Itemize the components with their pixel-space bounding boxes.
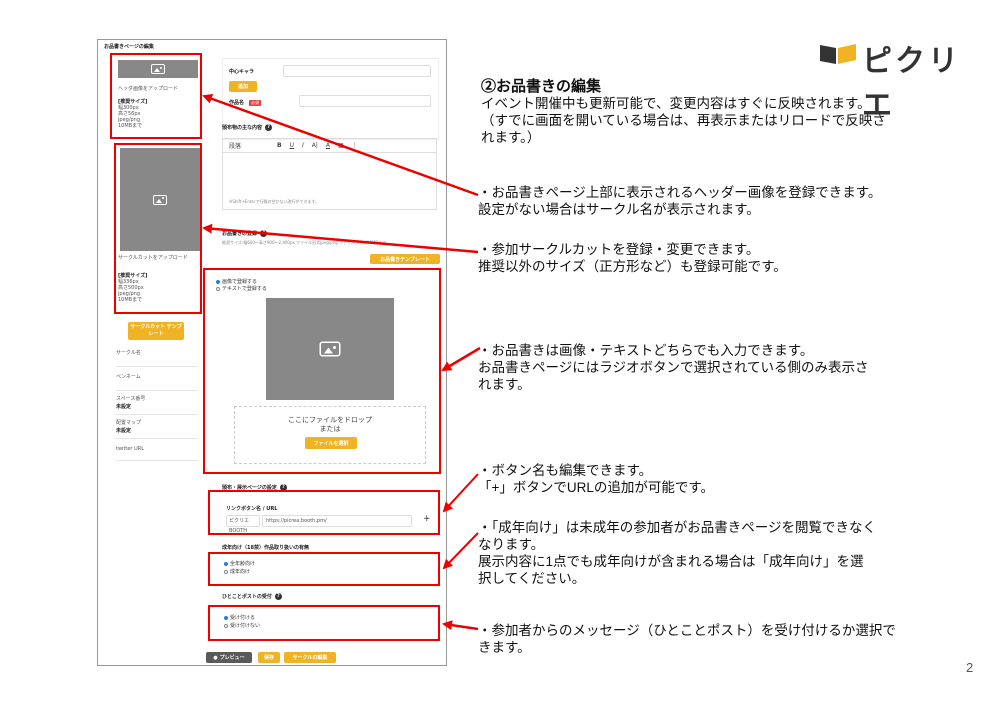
page-number: 2 [966,660,974,675]
arrow-oshina [441,346,481,372]
arrow-header [202,94,479,197]
annotation-intro: ②お品書きの編集 イベント開催中も更新可能で、変更内容はすぐに反映されます。 （… [481,78,991,146]
arrow-post [442,620,479,631]
annotation-post: ・参加者からのメッセージ（ひとことポスト）を受け付けるか選択で きます。 [478,623,896,655]
annotation-cut: ・参加サークルカットを登録・変更できます。 推奨以外のサイズ（正方形など）も登録… [478,242,787,274]
arrow-link [442,473,479,513]
annotation-adult: ・「成年向け」は未成年の参加者がお品書きページを閲覧できなく なります。 展示内… [478,520,876,586]
annotation-button: ・ボタン名も編集できます。 「+」ボタンでURLの追加が可能です。 [478,463,715,495]
annotation-oshina: ・お品書きは画像・テキストどちらでも入力できます。 お品書きページにはラジオボタ… [478,343,869,392]
annotation-header: ・お品書きページ上部に表示されるヘッダー画像を登録できます。 設定がない場合はサ… [478,185,882,217]
arrow-adult [442,532,479,570]
arrow-cut [202,223,479,254]
annotation-title: ②お品書きの編集 [481,78,602,95]
